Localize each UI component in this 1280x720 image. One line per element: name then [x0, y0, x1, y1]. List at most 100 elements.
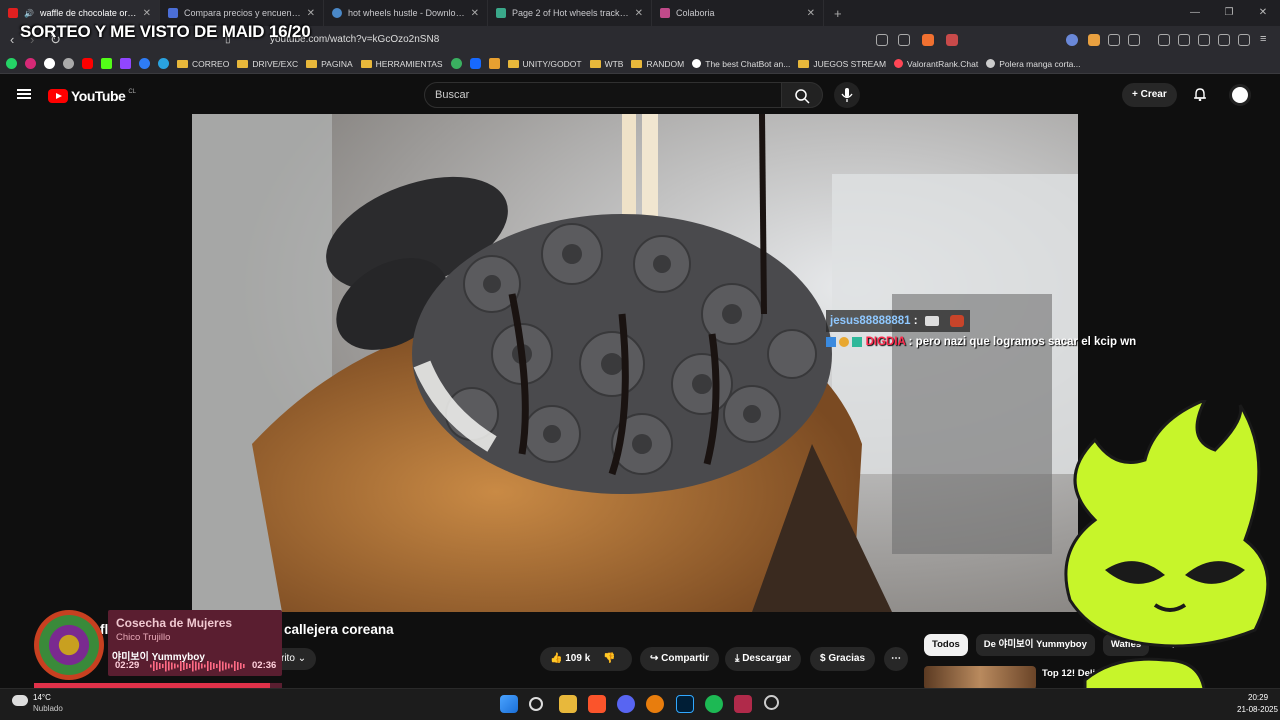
thanks-button[interactable]: $ Gracias: [810, 647, 876, 671]
tab-label: waffle de chocolate oreo - co: [39, 8, 137, 18]
song-artist: Chico Trujillo: [116, 632, 171, 643]
waveform-bar: [189, 664, 191, 668]
tab-hotwheels-track[interactable]: Page 2 of Hot wheels track 3D Mode ✕: [488, 0, 652, 26]
cast-icon[interactable]: [876, 34, 888, 46]
waveform-bar: [150, 664, 152, 668]
share-button[interactable]: ↪ Compartir: [640, 647, 719, 671]
search-button[interactable]: [781, 82, 823, 108]
voice-search-button[interactable]: [834, 82, 860, 108]
clock-time[interactable]: 20:29: [1248, 693, 1268, 702]
create-button[interactable]: + Crear: [1122, 83, 1177, 107]
window-controls: — ❐ ✕: [1178, 0, 1280, 26]
site-icon[interactable]: [488, 58, 500, 69]
dislike-icon[interactable]: 👎: [603, 653, 615, 664]
tab-colaboria[interactable]: Colaboria ✕: [652, 0, 824, 26]
close-tab-icon[interactable]: ✕: [143, 8, 151, 19]
new-tab-button[interactable]: +: [824, 6, 852, 21]
close-tab-icon[interactable]: ✕: [635, 8, 643, 19]
twitch-icon[interactable]: [120, 58, 131, 69]
notifications-bell-icon[interactable]: [1193, 87, 1207, 101]
app-icon[interactable]: [764, 695, 779, 710]
waveform-bar: [162, 664, 164, 668]
behance-icon[interactable]: [469, 58, 481, 69]
site-icon[interactable]: [450, 58, 462, 69]
app-icon[interactable]: [734, 695, 752, 713]
maximize-button[interactable]: ❐: [1212, 0, 1246, 26]
video-player[interactable]: [192, 114, 1078, 612]
waveform-bar: [222, 661, 224, 671]
bookmark-valorant[interactable]: ValorantRank.Chat: [894, 59, 978, 69]
tab-hotwheels[interactable]: hot wheels hustle - Download Free 3 ✕: [324, 0, 488, 26]
folder-icon: [306, 59, 318, 68]
windows-start-icon[interactable]: [500, 695, 518, 713]
weather-temperature[interactable]: 14°C: [33, 693, 51, 702]
discord-icon[interactable]: [617, 695, 635, 713]
download-button[interactable]: ⤓ Descargar: [725, 647, 802, 671]
brave-shield-icon[interactable]: [922, 34, 934, 46]
bookmarks-bar: CORREO DRIVE/EXC PAGINA HERRAMIENTAS UNI…: [0, 54, 1280, 74]
badge-icon: [839, 336, 850, 347]
waveform-bar: [243, 664, 245, 668]
brave-browser-icon[interactable]: [588, 695, 606, 713]
waveform-bar: [168, 661, 170, 671]
bookmark-polera[interactable]: Polera manga corta...: [986, 59, 1081, 69]
bookmark-random[interactable]: RANDOM: [631, 59, 684, 69]
extension-icon[interactable]: [1088, 34, 1100, 46]
bookmark-unity-godot[interactable]: UNITY/GODOT: [507, 59, 582, 69]
recommended-video-thumbnail[interactable]: [924, 666, 1036, 690]
like-icon[interactable]: 👍: [550, 653, 562, 664]
folder-icon: [237, 59, 249, 68]
waveform-bar: [192, 660, 194, 672]
menu-icon[interactable]: ≡: [1260, 33, 1266, 45]
account-avatar[interactable]: [1229, 84, 1251, 106]
close-tab-icon[interactable]: ✕: [307, 8, 315, 19]
bookmark-correo[interactable]: CORREO: [177, 59, 229, 69]
clock-date[interactable]: 21-08-2025: [1237, 705, 1278, 714]
paypal-icon[interactable]: [139, 58, 150, 69]
tab-label: Compara precios y encuentra ofertas: [184, 8, 301, 18]
bookmark-drive[interactable]: DRIVE/EXC: [237, 59, 298, 69]
chevron-down-icon: ⌄: [297, 653, 307, 664]
back-icon[interactable]: ‹: [10, 32, 14, 47]
youtube-logo[interactable]: YouTube CL: [48, 88, 136, 104]
close-tab-icon[interactable]: ✕: [807, 8, 815, 19]
chip-all[interactable]: Todos: [924, 634, 968, 656]
bookmark-juegos-stream[interactable]: JUEGOS STREAM: [798, 59, 886, 69]
waveform-bar: [210, 662, 212, 670]
search-input[interactable]: Buscar: [424, 82, 782, 108]
weather-description[interactable]: Nublado: [33, 704, 63, 713]
folder-icon: [360, 59, 372, 68]
x-icon[interactable]: [44, 58, 55, 69]
extension-icon[interactable]: [1108, 34, 1120, 46]
bookmark-chatbot[interactable]: The best ChatBot an...: [692, 59, 790, 69]
file-explorer-icon[interactable]: [559, 695, 577, 713]
blender-icon[interactable]: [646, 695, 664, 713]
wallet-icon[interactable]: [1198, 34, 1210, 46]
close-tab-icon[interactable]: ✕: [471, 8, 479, 19]
whatsapp-icon[interactable]: [6, 58, 17, 69]
telegram-icon[interactable]: [158, 58, 169, 69]
media-icon[interactable]: [1158, 34, 1170, 46]
minimize-button[interactable]: —: [1178, 0, 1212, 26]
youtube-icon[interactable]: [82, 58, 93, 69]
cloud-weather-icon[interactable]: [12, 695, 28, 706]
bookmark-pagina[interactable]: PAGINA: [306, 59, 353, 69]
kick-icon[interactable]: [101, 58, 112, 69]
brave-rewards-icon[interactable]: [946, 34, 958, 46]
hamburger-menu-icon[interactable]: [17, 89, 31, 99]
share-icon[interactable]: [898, 34, 910, 46]
search-icon[interactable]: [529, 697, 543, 711]
more-actions-button[interactable]: ⋯: [884, 647, 908, 671]
vpn-icon[interactable]: [1238, 34, 1250, 46]
apple-icon[interactable]: [63, 58, 74, 69]
spotify-icon[interactable]: [705, 695, 723, 713]
close-window-button[interactable]: ✕: [1246, 0, 1280, 26]
bookmark-herramientas[interactable]: HERRAMIENTAS: [360, 59, 443, 69]
sidebar-icon[interactable]: [1178, 34, 1190, 46]
instagram-icon[interactable]: [25, 58, 36, 69]
extension-icon[interactable]: [1066, 34, 1078, 46]
photoshop-icon[interactable]: [676, 695, 694, 713]
leo-icon[interactable]: [1218, 34, 1230, 46]
bookmark-wtb[interactable]: WTB: [589, 59, 623, 69]
puzzle-icon[interactable]: [1128, 34, 1140, 46]
